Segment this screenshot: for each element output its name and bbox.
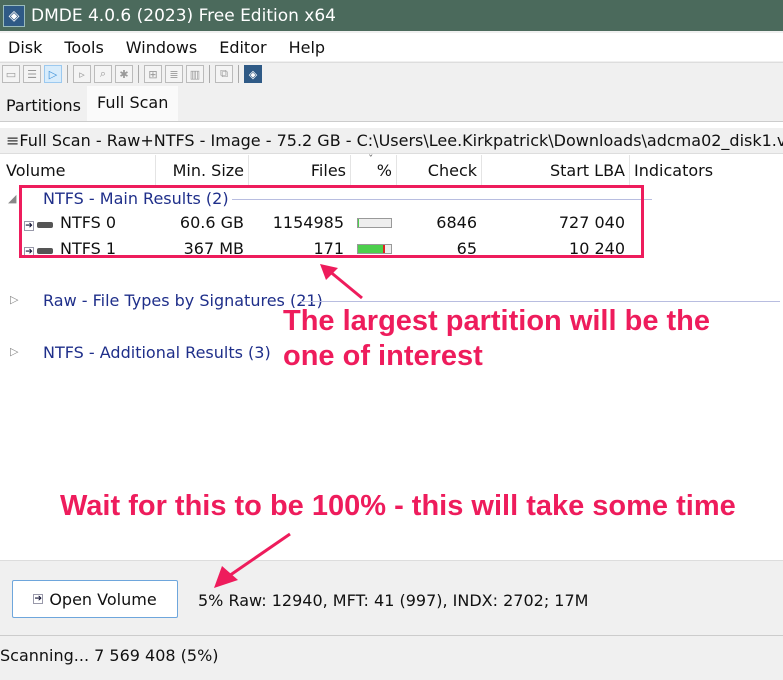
hamburger-menu-icon[interactable]: ≡	[6, 131, 19, 150]
tab-bar: Partitions Full Scan	[0, 86, 179, 121]
col-min-size[interactable]: Min. Size	[160, 161, 244, 180]
collapse-triangle-icon[interactable]: ◢	[8, 192, 16, 205]
expand-chevron-icon[interactable]: ▷	[10, 345, 18, 358]
menu-disk[interactable]: Disk	[4, 38, 46, 57]
annotation-text: Wait for this to be 100% - this will tak…	[60, 490, 736, 522]
group-label: Raw - File Types by Signatures (21)	[43, 291, 323, 310]
windows-icon[interactable]: ⧉	[215, 65, 233, 83]
status-bar: Scanning... 7 569 408 (5%)	[0, 646, 219, 665]
column-header: Volume Min. Size Files ˇ % Check Start L…	[0, 153, 783, 185]
new-file-icon[interactable]: ✱	[115, 65, 133, 83]
search-icon[interactable]: ⌕	[94, 65, 112, 83]
panel-header: ≡ Full Scan - Raw+NTFS - Image - 75.2 GB…	[0, 128, 783, 154]
separator	[209, 65, 210, 83]
annotation-arrow-2	[214, 532, 291, 588]
col-percent[interactable]: %	[354, 161, 392, 180]
tab-partitions[interactable]: Partitions	[0, 91, 87, 121]
col-volume[interactable]: Volume	[6, 161, 66, 180]
menu-tools[interactable]: Tools	[60, 38, 107, 57]
tree-view-icon[interactable]: ⊞	[144, 65, 162, 83]
open-arrow-icon: ➔	[33, 594, 44, 604]
partitions-icon[interactable]: ☰	[23, 65, 41, 83]
panel-title: Full Scan - Raw+NTFS - Image - 75.2 GB -…	[19, 131, 783, 150]
annotation-line: The largest partition will be the	[283, 305, 710, 337]
separator	[67, 65, 68, 83]
col-indicators[interactable]: Indicators	[634, 161, 713, 180]
scan-progress-text: 5% Raw: 12940, MFT: 41 (997), INDX: 2702…	[198, 591, 589, 610]
highlight-box	[19, 185, 644, 258]
dmde-logo-icon[interactable]: ◈	[244, 65, 262, 83]
group-label: NTFS - Additional Results (3)	[43, 343, 271, 362]
menu-help[interactable]: Help	[285, 38, 329, 57]
col-start-lba[interactable]: Start LBA	[485, 161, 625, 180]
step-icon[interactable]: ▹	[73, 65, 91, 83]
separator	[238, 65, 239, 83]
separator	[138, 65, 139, 83]
annotation-line: one of interest	[283, 340, 483, 372]
menu-editor[interactable]: Editor	[215, 38, 270, 57]
tab-full-scan[interactable]: Full Scan	[87, 86, 179, 121]
col-files[interactable]: Files	[252, 161, 346, 180]
toolbar: ▭ ☰ ▷ ▹ ⌕ ✱ ⊞ ≣ ▥ ⧉ ◈	[0, 62, 783, 85]
chart-view-icon[interactable]: ▥	[186, 65, 204, 83]
window-title: DMDE 4.0.6 (2023) Free Edition x64	[31, 5, 336, 26]
menu-bar: Disk Tools Windows Editor Help	[0, 33, 783, 61]
play-icon[interactable]: ▷	[44, 65, 62, 83]
app-logo-icon: ◈	[3, 4, 25, 27]
annotation-arrow-1	[320, 264, 363, 300]
open-volume-button[interactable]: ➔ Open Volume	[12, 580, 178, 618]
expand-chevron-icon[interactable]: ▷	[10, 293, 18, 306]
col-check[interactable]: Check	[400, 161, 477, 180]
list-view-icon[interactable]: ≣	[165, 65, 183, 83]
drive-icon[interactable]: ▭	[2, 65, 20, 83]
menu-windows[interactable]: Windows	[122, 38, 201, 57]
open-volume-label: Open Volume	[49, 589, 157, 609]
title-bar: ◈ DMDE 4.0.6 (2023) Free Edition x64	[0, 0, 783, 31]
